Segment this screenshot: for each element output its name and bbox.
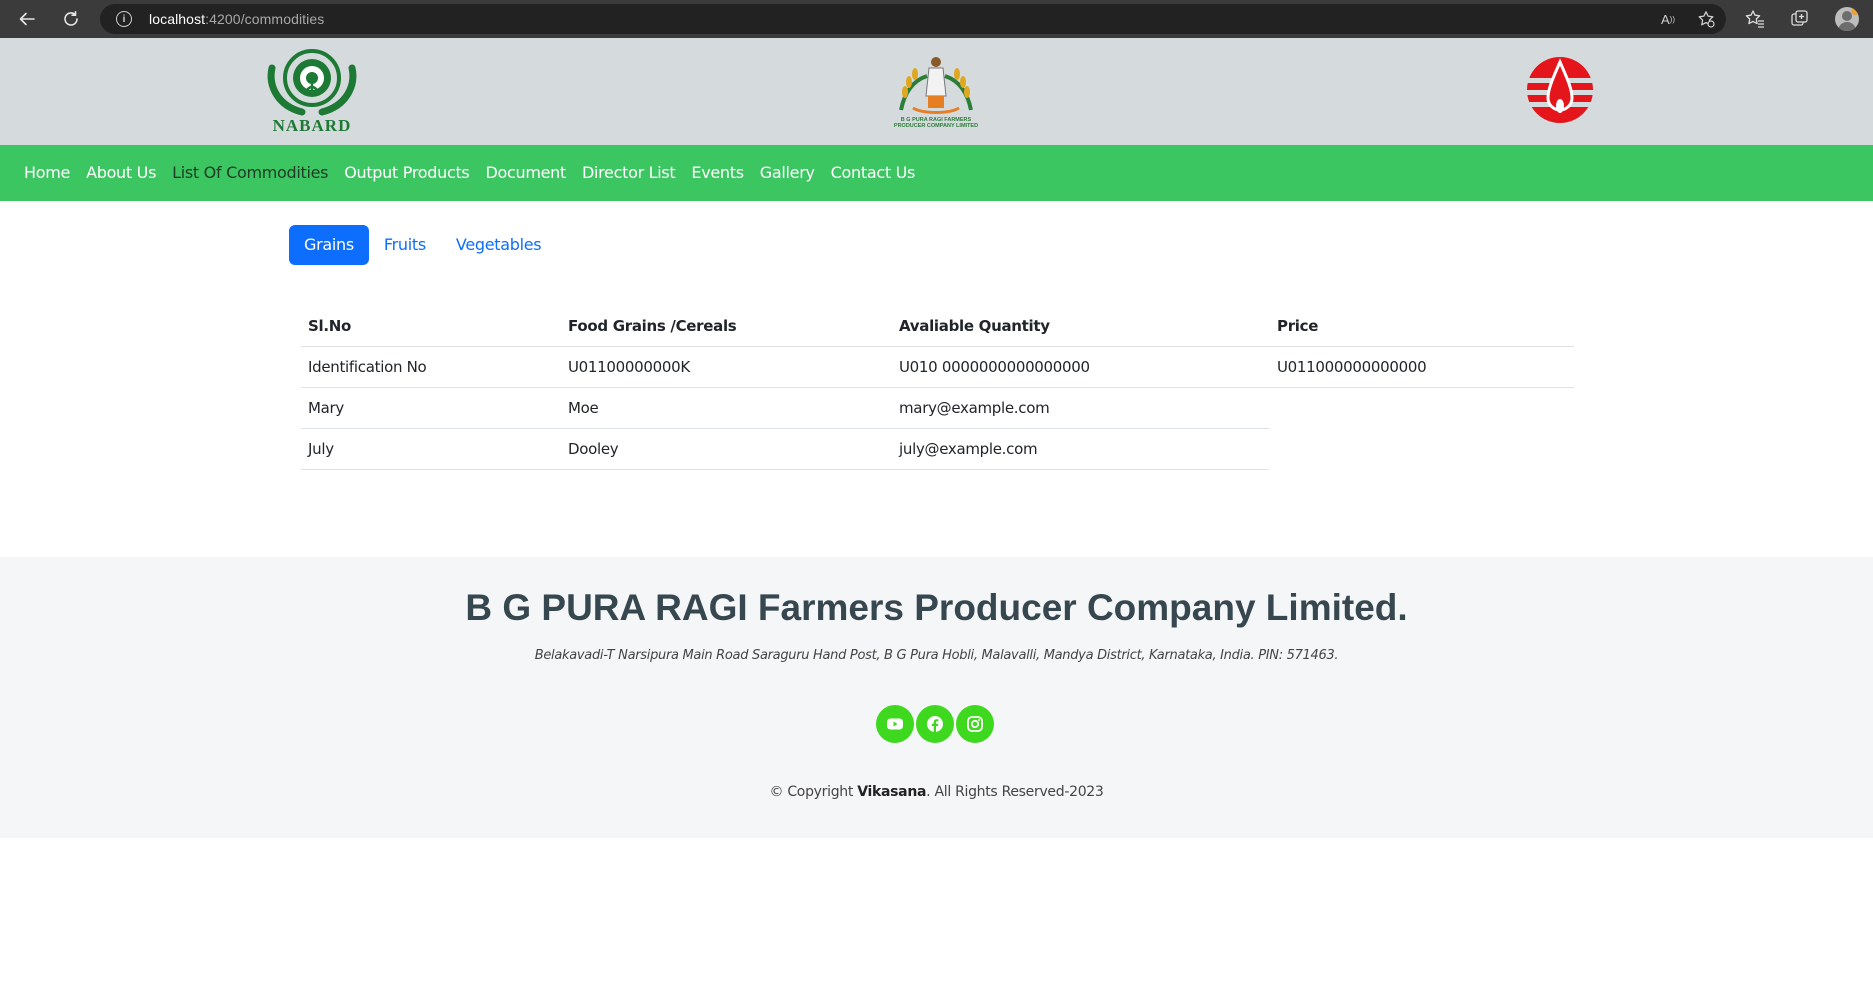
nav-list-of-commodities[interactable]: List Of Commodities <box>172 163 328 182</box>
reload-icon[interactable] <box>59 7 83 31</box>
address-bar[interactable]: i localhost:4200/commodities A)) <box>100 4 1726 34</box>
red-emblem-logo <box>1512 56 1608 124</box>
table-cell: Dooley <box>568 440 619 458</box>
header-available-quantity: Avaliable Quantity <box>899 317 1050 335</box>
table-row: Identification No U01100000000K U010 000… <box>301 346 1574 388</box>
footer-address: Belakavadi-T Narsipura Main Road Saragur… <box>534 648 1339 663</box>
table-cell: U011000000000000 <box>1277 358 1427 376</box>
bg-pura-logo-caption: B G PURA RAGI FARMERS PRODUCER COMPANY L… <box>893 117 979 129</box>
tab-fruits[interactable]: Fruits <box>369 225 441 265</box>
youtube-icon[interactable] <box>876 705 914 743</box>
site-footer: B G PURA RAGI Farmers Producer Company L… <box>0 557 1873 838</box>
table-cell: mary@example.com <box>899 399 1050 417</box>
table-row: July Dooley july@example.com <box>301 428 1574 470</box>
commodities-table: Sl.No Food Grains /Cereals Avaliable Qua… <box>301 305 1574 470</box>
footer-copyright: © Copyright Vikasana. All Rights Reserve… <box>0 784 1873 800</box>
nav-director-list[interactable]: Director List <box>582 163 676 182</box>
back-arrow-icon[interactable] <box>15 7 39 31</box>
nabard-logo: NABARD <box>262 48 362 136</box>
nav-about-us[interactable]: About Us <box>86 163 156 182</box>
nav-events[interactable]: Events <box>691 163 744 182</box>
table-cell: July <box>308 440 334 458</box>
table-cell: Identification No <box>308 358 427 376</box>
nabard-wordmark: NABARD <box>272 116 352 135</box>
profile-avatar[interactable] <box>1835 7 1859 31</box>
footer-company-name: B G PURA RAGI Farmers Producer Company L… <box>465 587 1408 628</box>
nav-output-products[interactable]: Output Products <box>344 163 470 182</box>
table-cell: Mary <box>308 399 344 417</box>
copyright-brand: Vikasana <box>857 784 927 800</box>
copyright-prefix: © Copyright <box>769 784 858 800</box>
main-navbar: Home About Us List Of Commodities Output… <box>0 145 1873 201</box>
favorites-icon[interactable] <box>1744 8 1766 30</box>
nav-gallery[interactable]: Gallery <box>760 163 815 182</box>
tab-vegetables[interactable]: Vegetables <box>441 225 556 265</box>
browser-toolbar: i localhost:4200/commodities A)) <box>0 0 1873 38</box>
url-text[interactable]: localhost:4200/commodities <box>149 11 324 27</box>
bg-pura-logo: B G PURA RAGI FARMERS PRODUCER COMPANY L… <box>893 52 979 132</box>
table-cell: U01100000000K <box>568 358 690 376</box>
table-row: Mary Moe mary@example.com <box>301 387 1574 429</box>
table-cell: Moe <box>568 399 599 417</box>
table-cell: U010 0000000000000000 <box>899 358 1090 376</box>
notification-dot <box>1851 7 1859 15</box>
social-links <box>876 705 996 743</box>
read-aloud-icon[interactable]: A)) <box>1658 10 1678 28</box>
nav-document[interactable]: Document <box>485 163 566 182</box>
logo-header: NABARD B G PURA RAGI FARMERS PRODUCER CO… <box>0 38 1873 145</box>
nav-home[interactable]: Home <box>24 163 70 182</box>
facebook-icon[interactable] <box>916 705 954 743</box>
header-sl-no: Sl.No <box>308 317 352 335</box>
table-header-row: Sl.No Food Grains /Cereals Avaliable Qua… <box>301 305 1574 347</box>
commodity-tabs: Grains Fruits Vegetables <box>289 225 556 265</box>
header-food-grains: Food Grains /Cereals <box>568 317 737 335</box>
header-price: Price <box>1277 317 1319 335</box>
copyright-suffix: . All Rights Reserved-2023 <box>926 784 1104 800</box>
collections-icon[interactable] <box>1789 8 1811 30</box>
table-cell: july@example.com <box>899 440 1038 458</box>
tab-grains[interactable]: Grains <box>289 225 369 265</box>
add-favorite-icon[interactable] <box>1696 10 1716 28</box>
instagram-icon[interactable] <box>956 705 994 743</box>
site-info-icon[interactable]: i <box>116 11 132 27</box>
nav-contact-us[interactable]: Contact Us <box>831 163 916 182</box>
row-divider <box>301 469 1269 470</box>
